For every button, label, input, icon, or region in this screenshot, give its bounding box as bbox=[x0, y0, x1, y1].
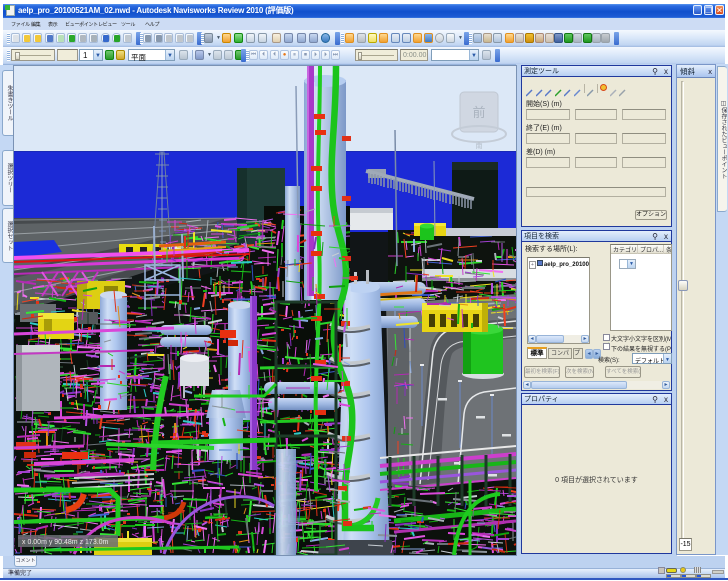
svg-text:x 0.00m y 90.48m z 173.0m: x 0.00m y 90.48m z 173.0m bbox=[22, 539, 109, 546]
svg-text:南: 南 bbox=[476, 141, 483, 150]
svg-text:前: 前 bbox=[472, 105, 485, 120]
